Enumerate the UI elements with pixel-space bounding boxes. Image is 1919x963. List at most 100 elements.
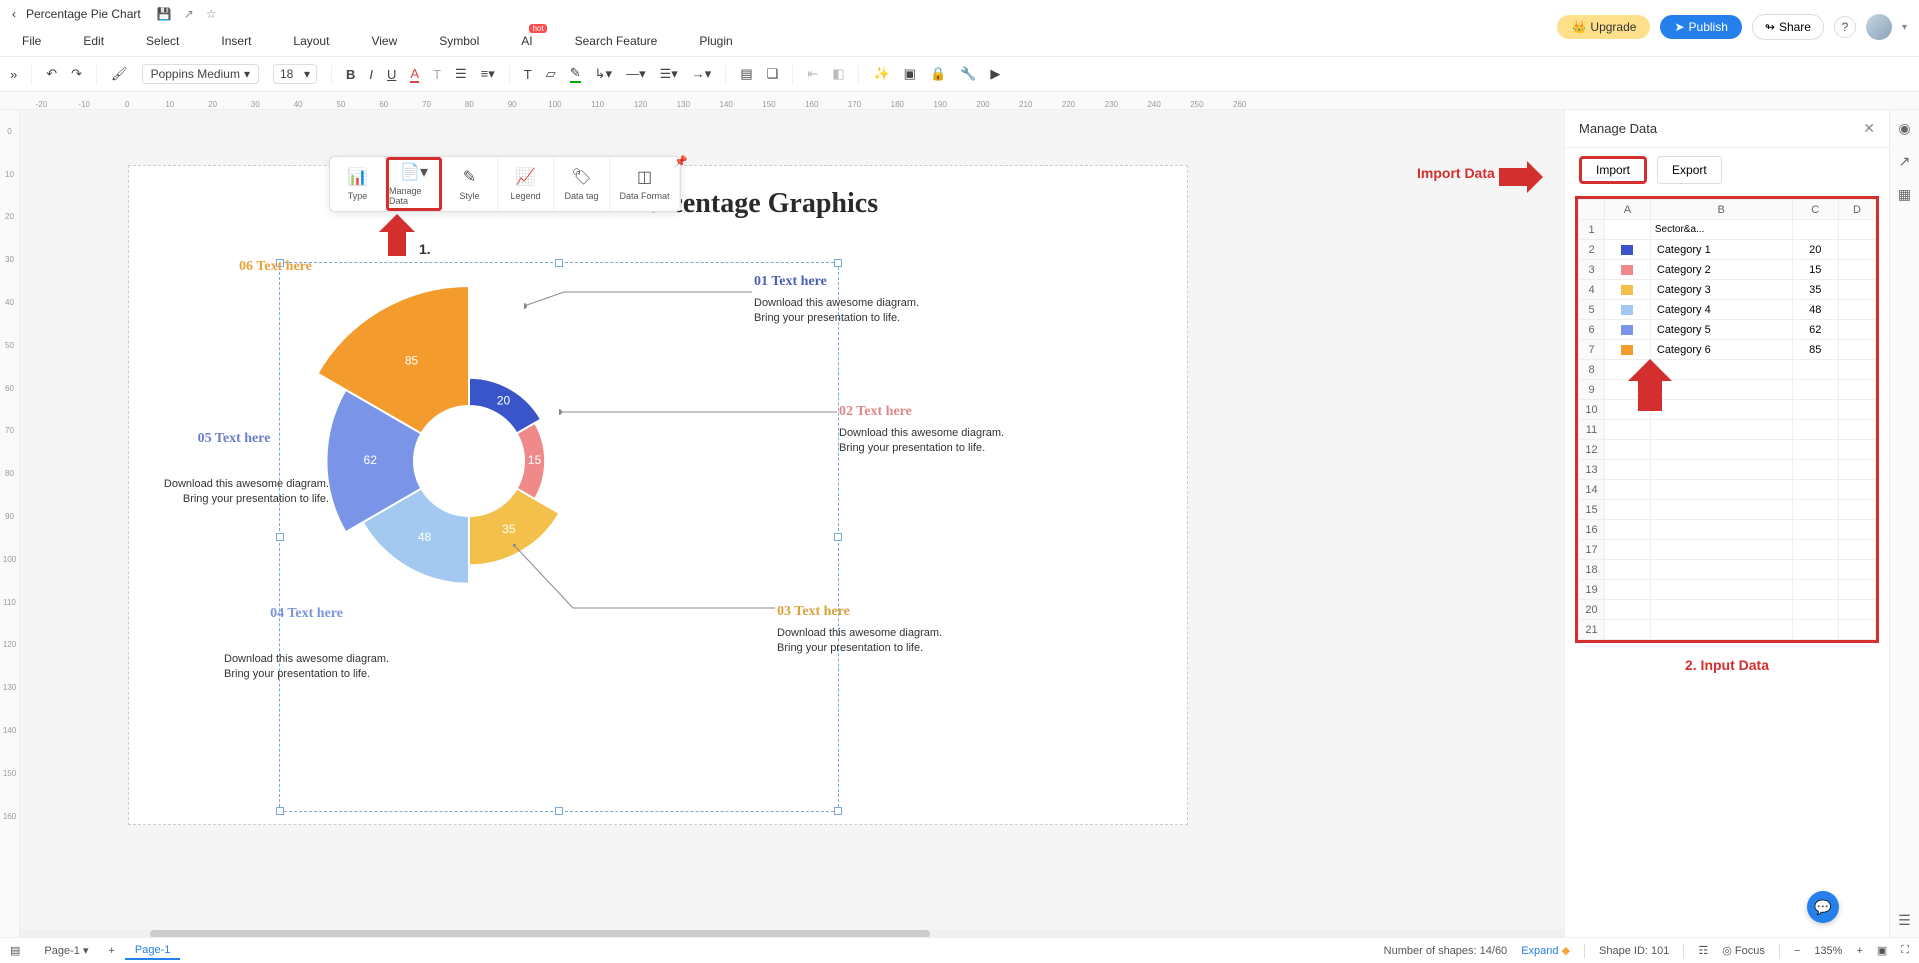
menu-search-feature[interactable]: Search Feature	[575, 34, 658, 48]
callout-05: 05 Text here Download this awesome diagr…	[139, 431, 329, 508]
pages-view-icon[interactable]: ▤	[10, 944, 20, 957]
pin-icon[interactable]: 📌	[674, 155, 688, 168]
layers-button[interactable]: ❑	[767, 66, 779, 82]
canvas[interactable]: 📊Type 📄▾Manage Data ✎Style 📈Legend 🏷Data…	[20, 110, 1564, 939]
close-panel-button[interactable]: ✕	[1863, 120, 1875, 137]
redo-button[interactable]: ↷	[71, 66, 82, 82]
import-button[interactable]: Import	[1579, 156, 1647, 184]
chart-datatag-button[interactable]: 🏷Data tag	[554, 157, 610, 211]
fullscreen-button[interactable]: ⛶	[1901, 944, 1909, 957]
menubar: File Edit Select Insert Layout View Symb…	[0, 28, 1919, 54]
callout-02: 02 Text here Download this awesome diagr…	[839, 404, 1004, 457]
menu-file[interactable]: File	[22, 34, 41, 48]
line-weight-button[interactable]: ☰▾	[660, 66, 678, 82]
document-title: Percentage Pie Chart	[26, 7, 141, 21]
rail-fill-icon[interactable]: ◉	[1898, 120, 1910, 137]
svg-text:15: 15	[528, 453, 542, 467]
svg-text:62: 62	[364, 453, 378, 467]
menu-view[interactable]: View	[371, 34, 397, 48]
open-external-icon[interactable]: ↗	[184, 7, 194, 21]
workspace: 0102030405060708090100110120130140150160…	[0, 110, 1919, 939]
page: 📊Type 📄▾Manage Data ✎Style 📈Legend 🏷Data…	[128, 165, 1188, 825]
format-icon: ◫	[637, 167, 652, 187]
menu-ai[interactable]: AIhot	[521, 34, 532, 48]
leader-line	[524, 288, 754, 318]
chart-style-button[interactable]: ✎Style	[442, 157, 498, 211]
resize-handle[interactable]	[276, 533, 284, 541]
font-color-button[interactable]: A	[410, 66, 419, 83]
data-grid[interactable]: ABCD1Sector&a...2Category 1203Category 2…	[1575, 196, 1879, 643]
zoom-in-button[interactable]: +	[1856, 945, 1862, 957]
page-tab[interactable]: Page-1	[125, 942, 180, 960]
resize-handle[interactable]	[555, 807, 563, 815]
zoom-level[interactable]: 135%	[1814, 945, 1842, 957]
style-icon: ✎	[463, 167, 476, 187]
lock-button[interactable]: 🔒	[930, 66, 946, 82]
fit-screen-button[interactable]: ▣	[1877, 944, 1887, 957]
menu-layout[interactable]: Layout	[293, 34, 329, 48]
menu-plugin[interactable]: Plugin	[699, 34, 732, 48]
connector-button[interactable]: ↳▾	[595, 66, 612, 82]
leader-line	[513, 544, 777, 614]
back-button[interactable]: ‹	[12, 7, 16, 21]
chart-dataformat-button[interactable]: ◫Data Format	[610, 157, 680, 211]
panel-title: Manage Data	[1579, 121, 1657, 136]
font-family-select[interactable]: Poppins Medium▾	[142, 64, 259, 84]
focus-toggle[interactable]: ◎ Focus	[1722, 944, 1765, 957]
right-rail: ◉ ↗ ▦ ☰	[1889, 110, 1919, 939]
format-painter-icon[interactable]: 🖌	[111, 66, 128, 82]
text-tool-button[interactable]: T	[524, 67, 532, 82]
star-icon[interactable]: ☆	[206, 7, 217, 21]
fill-button[interactable]: ▱	[546, 66, 556, 82]
export-button[interactable]: Export	[1657, 156, 1722, 184]
rail-collapse-icon[interactable]: ☰	[1898, 912, 1911, 929]
chart-legend-button[interactable]: 📈Legend	[498, 157, 554, 211]
arrow-style-button[interactable]: →▾	[692, 66, 712, 82]
callout-03: 03 Text here Download this awesome diagr…	[777, 604, 942, 657]
align-left-icon[interactable]: ⇤	[807, 66, 818, 82]
manage-data-button[interactable]: 📄▾Manage Data	[386, 157, 442, 211]
chat-bubble[interactable]: 💬	[1807, 891, 1839, 923]
italic-button[interactable]: I	[369, 67, 373, 82]
resize-handle[interactable]	[834, 533, 842, 541]
resize-handle[interactable]	[834, 259, 842, 267]
menu-insert[interactable]: Insert	[221, 34, 251, 48]
resize-handle[interactable]	[834, 807, 842, 815]
add-page-button[interactable]: +	[108, 945, 114, 957]
effects-button[interactable]: ✨	[873, 66, 889, 82]
bold-button[interactable]: B	[346, 67, 355, 82]
shape-count: Number of shapes: 14/60	[1384, 945, 1508, 957]
expand-link[interactable]: Expand ◆	[1521, 944, 1570, 957]
resize-handle[interactable]	[276, 807, 284, 815]
legend-icon: 📈	[516, 167, 536, 187]
page-button[interactable]: ▤	[740, 66, 752, 82]
present-button[interactable]: ▶	[990, 66, 1000, 82]
rail-grid-icon[interactable]: ▦	[1898, 186, 1911, 203]
chart-type-button[interactable]: 📊Type	[330, 157, 386, 211]
crop-button[interactable]: ▣	[904, 66, 916, 82]
titlebar-icons: 💾 ↗ ☆	[157, 7, 217, 21]
group-icon[interactable]: ◧	[832, 66, 844, 82]
rail-share-icon[interactable]: ↗	[1899, 153, 1911, 170]
align-button[interactable]: ☰	[455, 66, 467, 82]
underline-button[interactable]: U	[387, 67, 396, 82]
menu-symbol[interactable]: Symbol	[439, 34, 479, 48]
zoom-out-button[interactable]: −	[1794, 945, 1800, 957]
formatting-toolbar: » ↶ ↷ 🖌 Poppins Medium▾ 18▾ B I U A T ☰ …	[0, 56, 1919, 92]
line-spacing-button[interactable]: ≡▾	[481, 66, 495, 82]
annotation-2-label: 2. Input Data	[1565, 657, 1889, 673]
layers-icon[interactable]: ☶	[1698, 944, 1708, 957]
tools-button[interactable]: 🔧	[960, 66, 976, 82]
save-icon[interactable]: 💾	[157, 7, 172, 21]
line-style-button[interactable]: —▾	[626, 66, 646, 82]
callout-06: 06 Text here	[239, 259, 312, 275]
pen-color-button[interactable]: ✎	[570, 65, 581, 83]
menu-edit[interactable]: Edit	[83, 34, 104, 48]
page-select[interactable]: Page-1 ▾	[34, 942, 98, 959]
expand-panel-icon[interactable]: »	[10, 67, 17, 82]
svg-text:48: 48	[418, 530, 432, 544]
clear-format-button[interactable]: T	[433, 67, 441, 82]
font-size-select[interactable]: 18▾	[273, 64, 317, 84]
undo-button[interactable]: ↶	[46, 66, 57, 82]
menu-select[interactable]: Select	[146, 34, 179, 48]
